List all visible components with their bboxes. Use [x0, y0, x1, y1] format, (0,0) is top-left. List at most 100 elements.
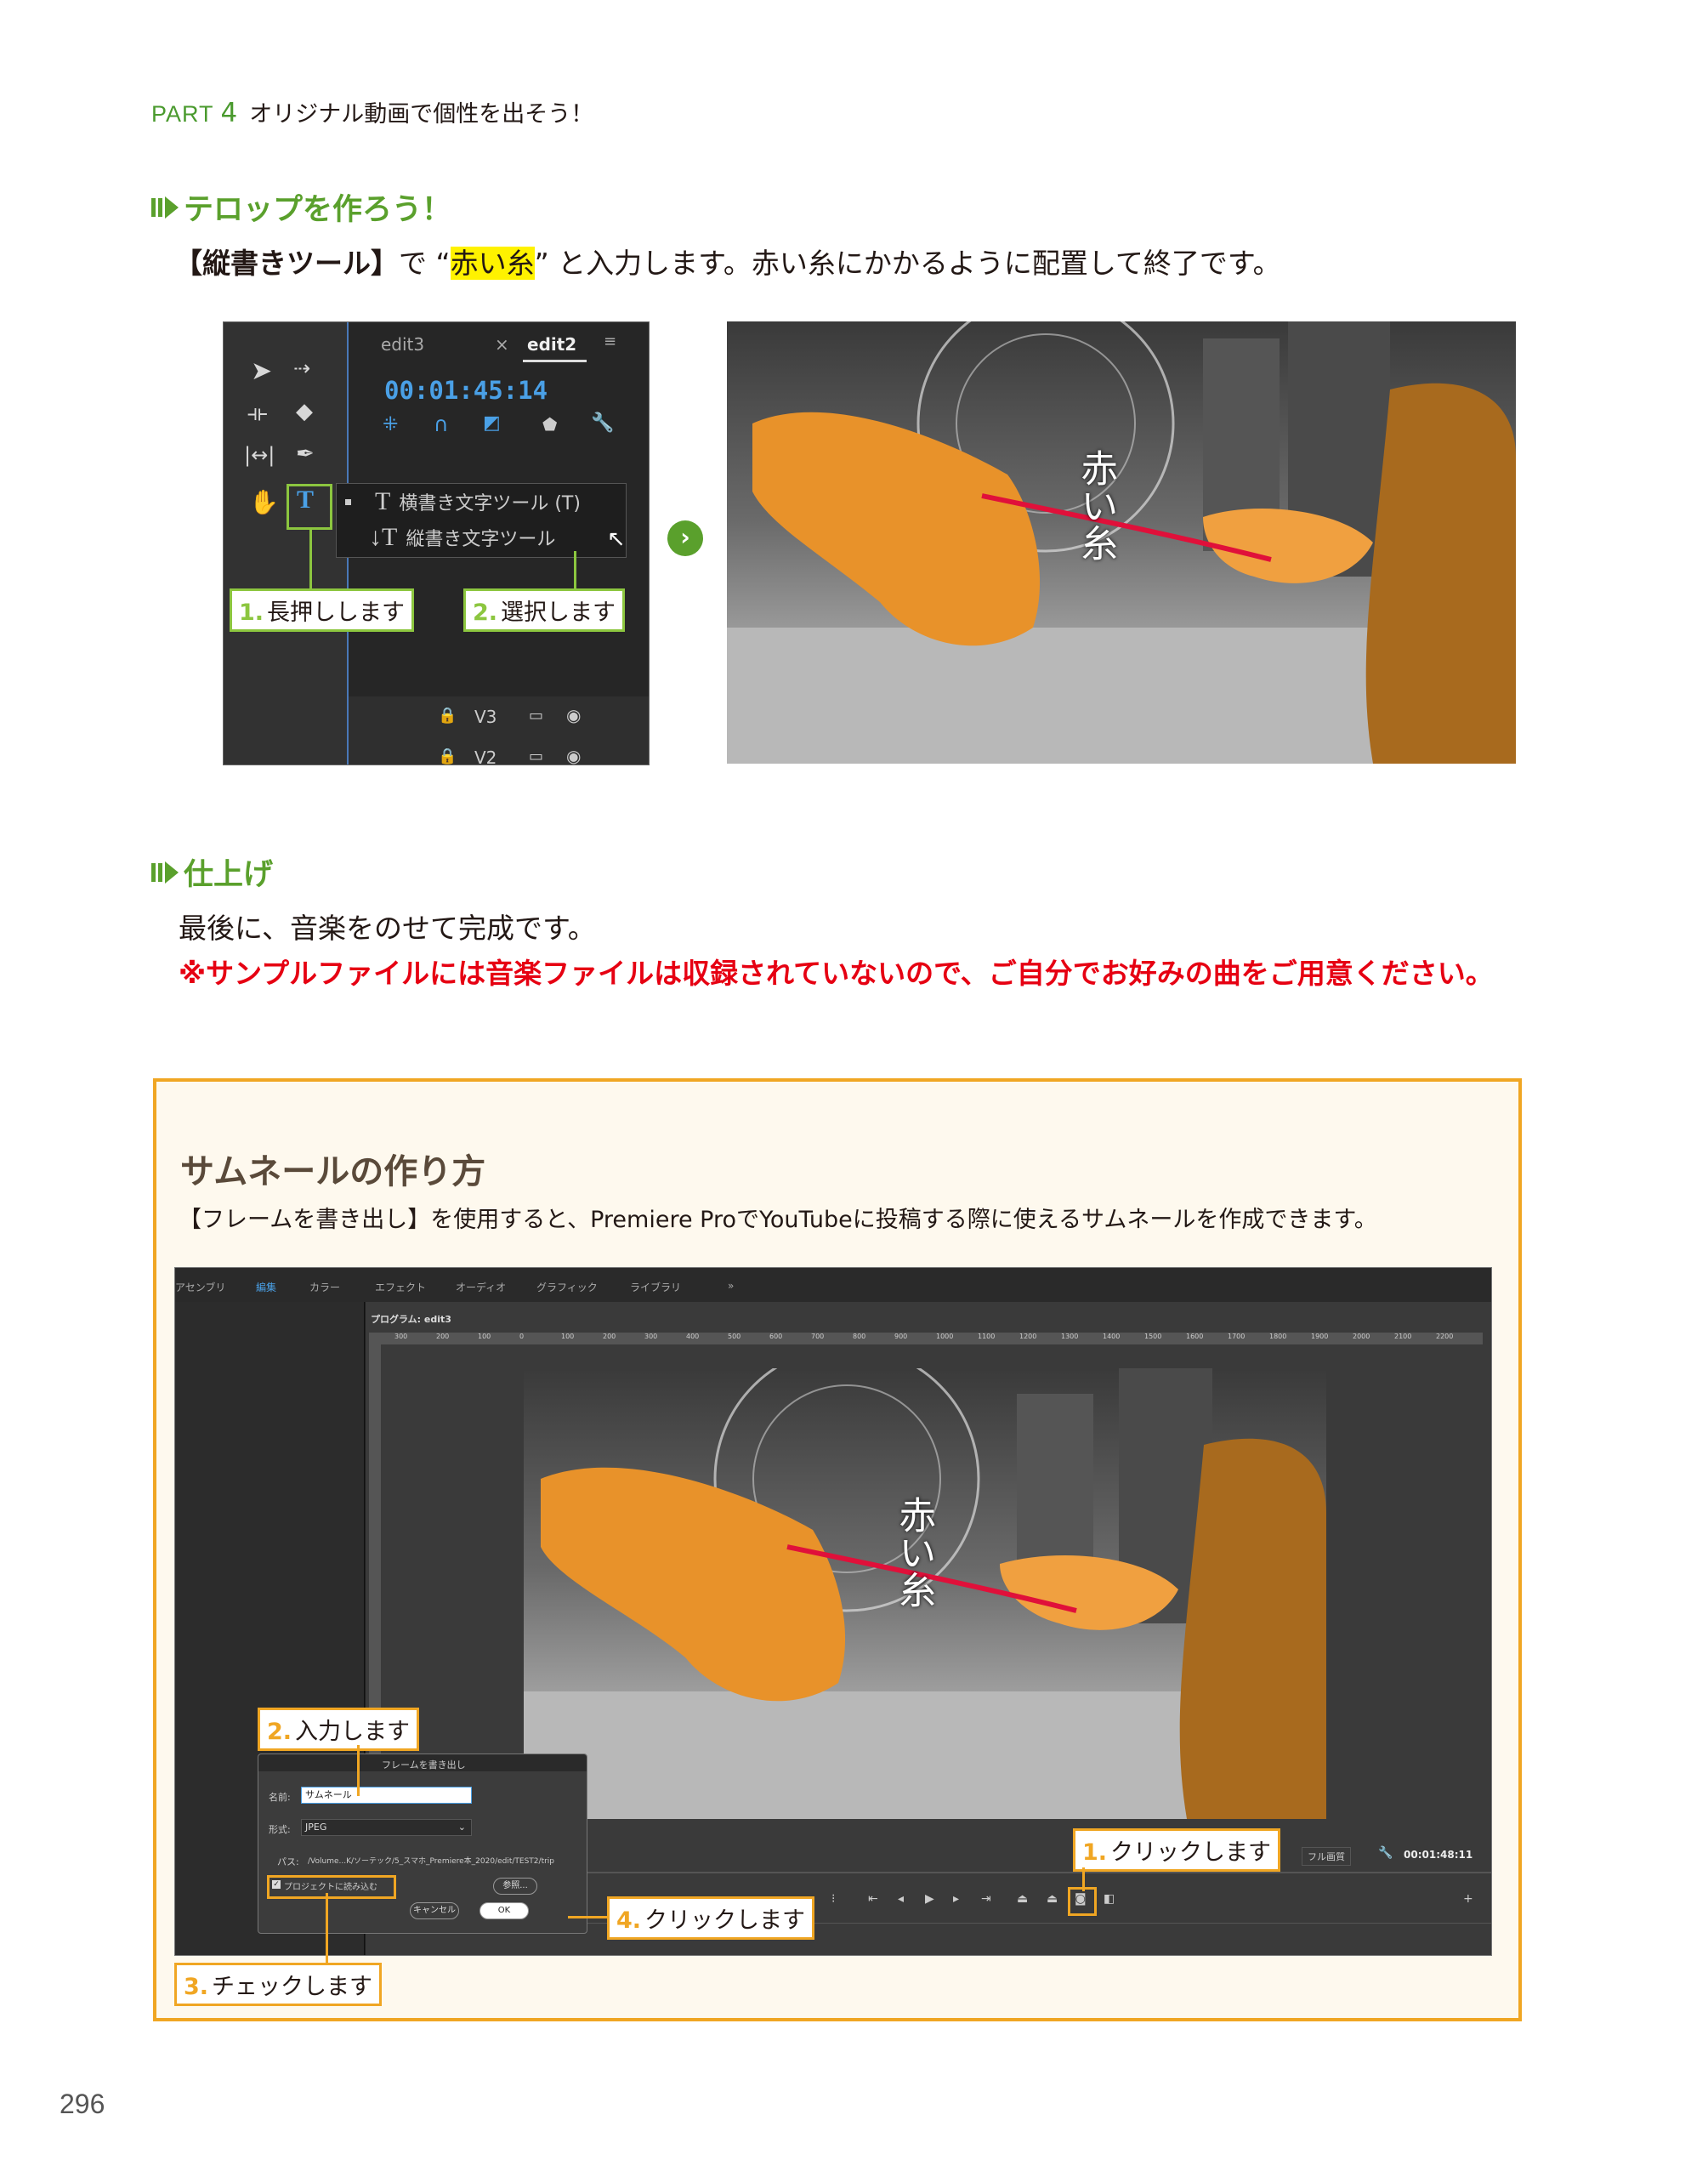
program-label[interactable]: プログラム: edit3 [371, 1312, 451, 1326]
chapter-title: オリジナル動画で個性を出そう！ [249, 101, 594, 128]
hand-icon[interactable]: ✋ [249, 488, 279, 516]
callout-line [574, 551, 576, 592]
horizontal-type-icon: T [375, 487, 391, 515]
tip-description: 【フレームを書き出し】を使用すると、Premiere ProでYouTubeに投… [179, 1207, 1377, 1233]
type-tool-flyout-menu: T 横書き文字ツール (T) ↓T 縦書き文字ツール ↖ [336, 483, 627, 558]
ruler-tick-label: 800 [853, 1333, 866, 1340]
add-button-icon[interactable]: + [1463, 1892, 1473, 1906]
ruler-tick-label: 1000 [936, 1333, 954, 1340]
lock-icon[interactable]: 🔒 [438, 707, 457, 725]
track-select-icon[interactable]: ⇢ [293, 356, 310, 380]
wrench-icon[interactable]: 🔧 [591, 412, 614, 434]
track-output-icon[interactable]: ▭ [529, 707, 543, 725]
section-heading-telop: テロップを作ろう！ [151, 185, 451, 229]
extract-icon[interactable]: ⏏ [1047, 1892, 1058, 1906]
menu-item-horizontal-type[interactable]: T 横書き文字ツール (T) [375, 487, 581, 516]
eye-icon[interactable]: ◉ [566, 705, 581, 725]
callout-number: 2. [473, 600, 498, 626]
music-note: ※サンプルファイルには音楽ファイルは収録されていないので、ご自分でお好みの曲をご… [179, 957, 1494, 990]
lift-icon[interactable]: ⏏ [1017, 1892, 1028, 1906]
format-select[interactable]: JPEG ⌄ [301, 1819, 472, 1836]
instruction-text-b: ” と入力します。赤い糸にかかるように配置して終了です。 [534, 247, 1281, 280]
tab-menu-icon[interactable]: ≡ [604, 333, 616, 350]
workspace-more-icon[interactable]: » [728, 1280, 734, 1292]
eye-icon[interactable]: ◉ [566, 746, 581, 765]
photo-illustration [727, 321, 1516, 764]
callout-number: 2. [267, 1719, 292, 1745]
workspace-audio[interactable]: オーディオ [456, 1280, 506, 1294]
settings-wrench-icon[interactable]: 🔧 [1378, 1846, 1393, 1860]
snap-icon[interactable]: ⁜ [383, 414, 398, 435]
workspace-editing[interactable]: 編集 [256, 1280, 276, 1294]
callout-text: 入力します [295, 1719, 411, 1745]
callout-text: 選択します [501, 600, 616, 626]
add-marker-icon[interactable]: ◩ [483, 412, 501, 434]
ruler-tick-label: 700 [811, 1333, 825, 1340]
callout-line [326, 1893, 328, 1968]
highlight-text: 赤い糸 [450, 247, 535, 280]
callout-line [1082, 1867, 1085, 1891]
workspace-effects[interactable]: エフェクト [375, 1280, 426, 1294]
ruler-tick-label: 1800 [1269, 1333, 1287, 1340]
browse-button[interactable]: 参照... [493, 1878, 537, 1895]
workspace-graphics[interactable]: グラフィック [536, 1280, 598, 1294]
slip-tool-icon[interactable]: |↔| [244, 443, 275, 467]
track-output-icon[interactable]: ▭ [529, 747, 543, 765]
format-label: 形式: [269, 1824, 291, 1835]
vertical-type-icon: ↓T [369, 523, 398, 551]
marker-icon[interactable]: ⬟ [542, 414, 557, 435]
section1-instructions: 【縦書きツール】で “赤い糸” と入力します。赤い糸にかかるように配置して終了で… [174, 241, 1281, 281]
lock-icon[interactable]: 🔒 [438, 747, 457, 765]
workspace-bar [175, 1268, 1491, 1302]
timeline-timecode[interactable]: 00:01:45:14 [384, 376, 548, 405]
play-icon[interactable]: ▶ [925, 1892, 934, 1906]
ripple-edit-icon[interactable]: ⟛ [247, 401, 268, 427]
cancel-button[interactable]: キャンセル [410, 1902, 459, 1919]
tools-column: ➤ ⇢ ⟛ ◆ |↔| ✒ ✋ T [224, 322, 349, 765]
callout-number: 1. [1082, 1839, 1108, 1866]
ruler-tick-label: 600 [769, 1333, 783, 1340]
pen-icon[interactable]: ✒ [296, 441, 315, 467]
ruler-tick-label: 1600 [1186, 1333, 1204, 1340]
selected-bullet [345, 499, 351, 505]
menu-item-vertical-type[interactable]: ↓T 縦書き文字ツール [369, 523, 555, 552]
step-back-icon[interactable]: ◂ [898, 1892, 904, 1906]
ruler-tick-label: 900 [894, 1333, 908, 1340]
linked-selection-icon[interactable]: ∩ [434, 412, 449, 436]
step-forward-icon[interactable]: ▸ [953, 1892, 959, 1906]
program-video-frame: 赤い糸 [524, 1368, 1326, 1819]
menu-item-label: 縦書き文字ツール [406, 529, 556, 550]
ruler-tick-label: 200 [603, 1333, 616, 1340]
razor-icon[interactable]: ◆ [296, 399, 313, 424]
callout-long-press: 1. 長押しします [230, 588, 415, 632]
callout-number: 4. [616, 1907, 642, 1934]
export-frame-camera-icon[interactable]: ◙ [1075, 1892, 1087, 1906]
page-number: 296 [60, 2089, 105, 2119]
import-checkbox[interactable]: ✓ [272, 1880, 281, 1889]
mark-in-icon[interactable]: ⁝ [831, 1892, 835, 1906]
workspace-color[interactable]: カラー [309, 1280, 340, 1294]
go-to-out-icon[interactable]: ⇥ [981, 1892, 991, 1906]
ok-button[interactable]: OK [479, 1902, 529, 1919]
callout-click-ok: 4. クリックします [607, 1896, 815, 1940]
type-tool-icon[interactable]: T [297, 486, 314, 514]
name-field[interactable]: サムネール [301, 1787, 472, 1804]
workspace-assembly[interactable]: アセンブリ [175, 1280, 225, 1294]
workspace-libraries[interactable]: ライブラリ [630, 1280, 681, 1294]
path-label: パス: [277, 1856, 299, 1867]
cursor-icon: ↖ [607, 526, 626, 552]
tab-edit3[interactable]: edit3 [381, 334, 424, 355]
quality-dropdown[interactable]: フル画質 [1302, 1847, 1351, 1866]
photo-red-string: 赤い糸 [727, 321, 1516, 764]
tab-edit2[interactable]: edit2 [527, 334, 576, 355]
go-to-in-icon[interactable]: ⇤ [868, 1892, 878, 1906]
tool-name: 【縦書きツール】 [174, 247, 399, 280]
tab-close-icon[interactable]: × [495, 334, 509, 355]
menu-item-label: 横書き文字ツール (T) [399, 493, 581, 514]
ruler-tick-label: 0 [519, 1333, 525, 1340]
comparison-view-icon[interactable]: ◧ [1104, 1892, 1115, 1906]
program-timecode[interactable]: 00:01:48:11 [1404, 1849, 1473, 1861]
selection-tool-icon[interactable]: ➤ [251, 356, 272, 386]
vertical-caption: 赤い糸 [892, 1496, 936, 1608]
section-heading-text: 仕上げ [184, 858, 274, 892]
